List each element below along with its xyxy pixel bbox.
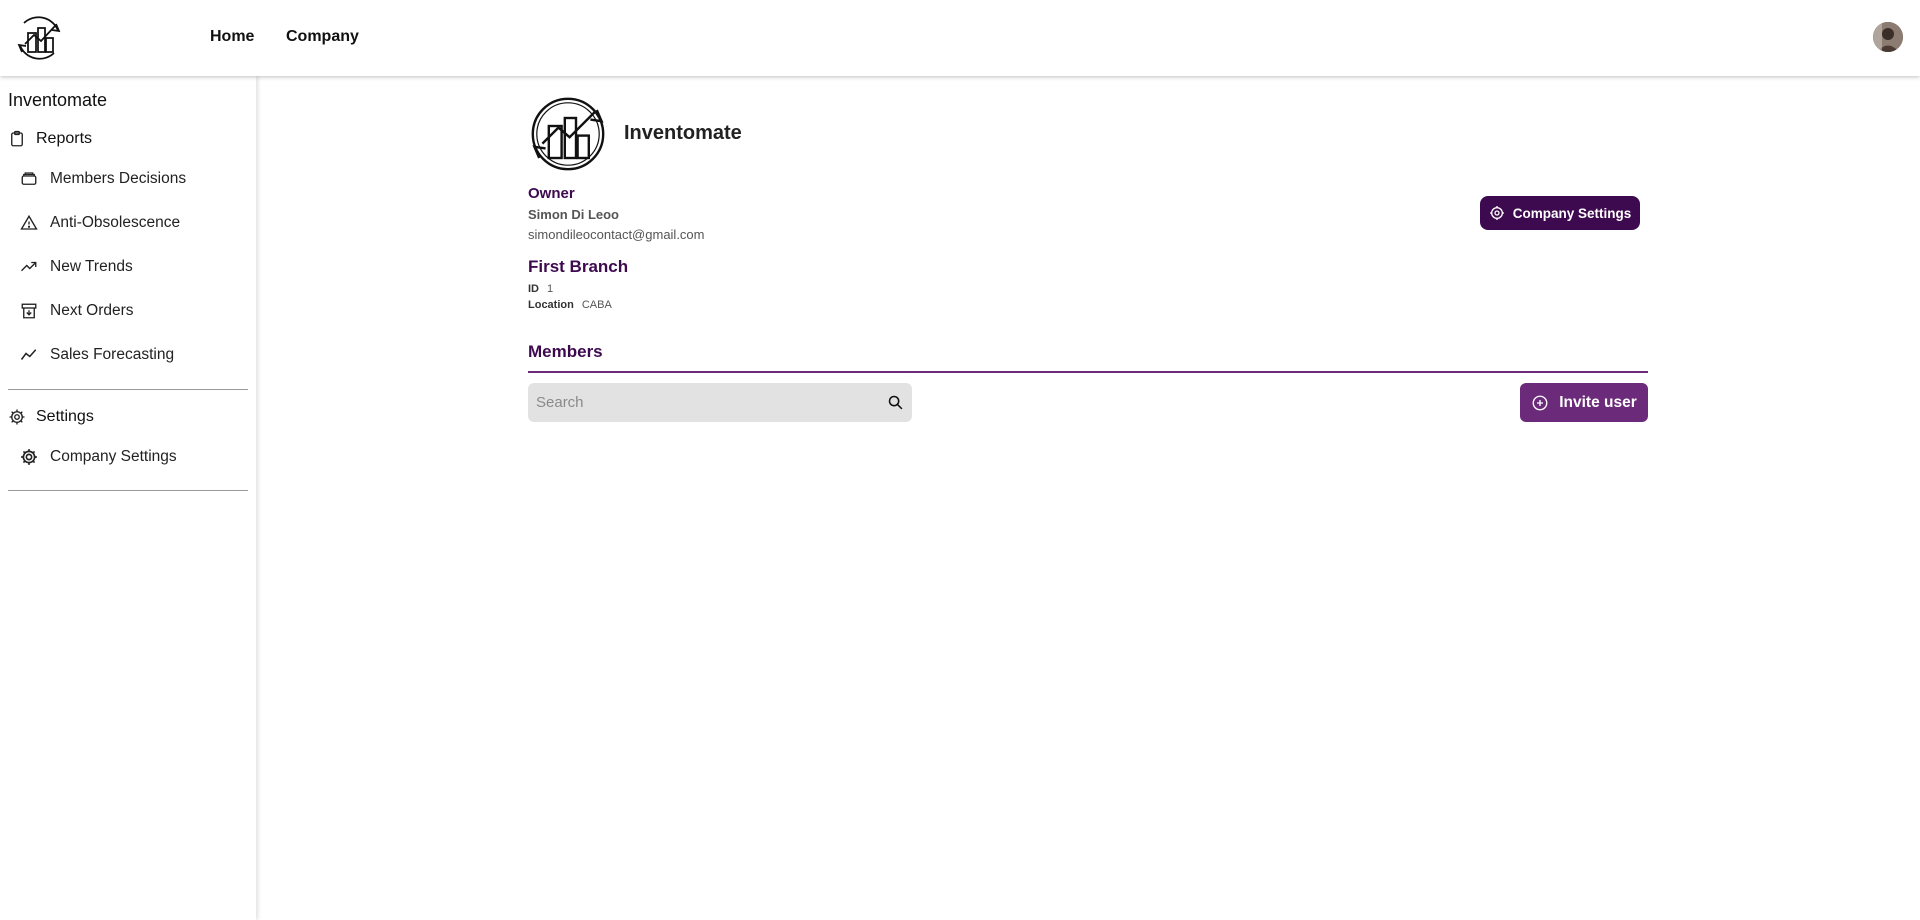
- warning-icon: [20, 214, 38, 230]
- sidebar-item-next-orders[interactable]: Next Orders: [20, 302, 134, 320]
- branch-location-value: CABA: [581, 299, 612, 311]
- layers-icon: [21, 172, 37, 185]
- branch-id: ID 1: [528, 283, 553, 295]
- owner-email: simondileocontact@gmail.com: [528, 227, 705, 242]
- clipboard-icon: [11, 130, 23, 147]
- search-icon[interactable]: [887, 394, 904, 411]
- archive-download-icon: [21, 303, 37, 319]
- avatar-image-icon: [1873, 22, 1903, 52]
- company-settings-button-label: Company Settings: [1512, 205, 1632, 221]
- branch-id-value: 1: [547, 283, 554, 295]
- sidebar-item-label: New Trends: [50, 258, 133, 275]
- gear-icon: [1489, 206, 1504, 220]
- sidebar-item-new-trends[interactable]: New Trends: [20, 258, 133, 276]
- sidebar: Inventomate Reports Members Decisions An…: [0, 76, 256, 920]
- nav-home-link[interactable]: Home: [210, 28, 254, 46]
- search-input[interactable]: [536, 383, 866, 422]
- sidebar-item-sales-forecasting[interactable]: Sales Forecasting: [20, 346, 174, 364]
- owner-name: Simon Di Leoo: [528, 207, 619, 222]
- sidebar-item-label: Next Orders: [50, 302, 134, 319]
- nav-company-link[interactable]: Company: [286, 28, 359, 46]
- sidebar-item-company-settings[interactable]: Company Settings: [20, 448, 177, 466]
- invite-user-button-label: Invite user: [1559, 393, 1637, 411]
- sidebar-section-settings: Settings: [8, 408, 94, 426]
- sidebar-item-label: Members Decisions: [50, 170, 187, 187]
- inventomate-logo-icon[interactable]: [14, 13, 64, 63]
- company-name: Inventomate: [624, 122, 742, 144]
- members-divider: [528, 371, 1648, 373]
- branch-location: Location CABA: [528, 299, 612, 311]
- branch-location-label: Location: [528, 299, 574, 311]
- sidebar-section-label: Reports: [36, 130, 93, 147]
- sidebar-item-anti-obsolescence[interactable]: Anti-Obsolescence: [20, 214, 180, 232]
- user-avatar[interactable]: [1873, 22, 1903, 52]
- sidebar-section-reports: Reports: [8, 130, 92, 148]
- sidebar-item-label: Company Settings: [50, 448, 177, 465]
- top-navbar: Home Company: [0, 0, 1920, 76]
- sidebar-title: Inventomate: [8, 90, 108, 110]
- branch-id-label: ID: [528, 283, 539, 295]
- plus-circle-icon: [1532, 395, 1548, 410]
- gear-icon: [21, 449, 37, 465]
- sidebar-item-label: Sales Forecasting: [50, 346, 175, 363]
- branch-title: First Branch: [528, 257, 629, 276]
- line-chart-icon: [20, 349, 37, 360]
- sidebar-divider: [8, 490, 248, 491]
- members-title: Members: [528, 342, 603, 361]
- sidebar-item-label: Anti-Obsolescence: [50, 214, 181, 231]
- members-search: [528, 383, 912, 422]
- gear-icon: [9, 409, 25, 425]
- trending-up-icon: [21, 261, 37, 272]
- sidebar-section-label: Settings: [36, 408, 94, 425]
- invite-user-button[interactable]: Invite user: [1520, 383, 1648, 422]
- company-logo-icon: [531, 97, 605, 171]
- owner-label: Owner: [528, 185, 575, 202]
- sidebar-divider: [8, 389, 248, 390]
- company-settings-button[interactable]: Company Settings: [1480, 196, 1640, 230]
- sidebar-item-members-decisions[interactable]: Members Decisions: [20, 170, 186, 188]
